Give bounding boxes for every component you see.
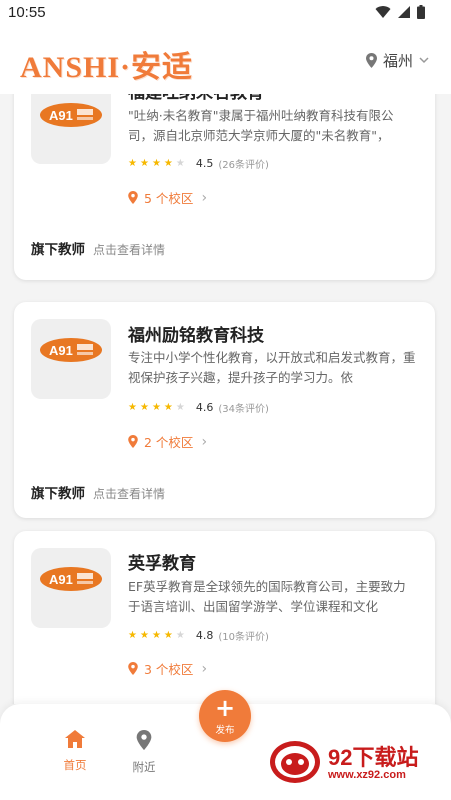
review-count: (10条评价) bbox=[218, 632, 269, 643]
city-name: 福州 bbox=[382, 52, 413, 70]
star-filled-icon: ★ bbox=[163, 158, 173, 169]
nav-nearby-label: 附近 bbox=[132, 760, 156, 774]
rating-value: 4.6 bbox=[195, 401, 214, 414]
institution-list[interactable]: A91 福建吐纳未名教育 "吐纳·未名教育"隶属于福州吐纳教育科技有限公司，源自… bbox=[0, 94, 451, 704]
teacher-row[interactable]: 旗下教师 点击查看详情 bbox=[31, 482, 165, 502]
rating-row: ★ ★ ★ ★ ★ 4.8 (10条评价) bbox=[128, 628, 269, 643]
star-filled-icon: ★ bbox=[163, 402, 173, 413]
star-filled-icon: ★ bbox=[128, 158, 137, 169]
location-pin-icon bbox=[128, 435, 138, 448]
review-count: (26条评价) bbox=[218, 160, 269, 171]
status-icons bbox=[375, 5, 425, 19]
svg-text:A91: A91 bbox=[49, 572, 73, 587]
star-filled-icon: ★ bbox=[139, 158, 149, 169]
a91-logo-icon: A91 bbox=[40, 103, 102, 127]
location-pin-icon bbox=[136, 730, 152, 750]
publish-button[interactable]: + 发布 bbox=[199, 690, 251, 742]
campus-link[interactable]: 5 个校区 › bbox=[128, 188, 207, 207]
watermark-title: 92下载站 bbox=[328, 745, 419, 770]
institution-card[interactable]: A91 福建吐纳未名教育 "吐纳·未名教育"隶属于福州吐纳教育科技有限公司，源自… bbox=[14, 94, 435, 280]
institution-card[interactable]: A91 英孚教育 EF英孚教育是全球领先的国际教育公司，主要致力于语言培训、出国… bbox=[14, 531, 435, 704]
teacher-row[interactable]: 旗下教师 点击查看详情 bbox=[31, 238, 165, 258]
teacher-label: 旗下教师 bbox=[31, 242, 85, 258]
location-pin-icon bbox=[128, 662, 138, 675]
app-header: ANSHI·安适 福州 bbox=[0, 26, 451, 94]
teacher-detail-link[interactable]: 点击查看详情 bbox=[93, 485, 165, 502]
institution-description: "吐纳·未名教育"隶属于福州吐纳教育科技有限公司，源自北京师范大学京师大厦的"未… bbox=[128, 108, 394, 143]
teacher-detail-link[interactable]: 点击查看详情 bbox=[93, 241, 165, 258]
wifi-icon bbox=[375, 6, 391, 19]
chevron-right-icon: › bbox=[201, 433, 208, 450]
star-empty-icon: ★ bbox=[175, 158, 185, 169]
star-filled-icon: ★ bbox=[139, 402, 149, 413]
battery-icon bbox=[417, 5, 425, 19]
star-filled-icon: ★ bbox=[151, 630, 161, 641]
app-logo: ANSHI·安适 bbox=[20, 51, 194, 84]
rating-stars: ★ ★ ★ ★ ★ bbox=[128, 158, 185, 169]
nav-nearby[interactable]: 附近 bbox=[119, 730, 169, 775]
star-empty-icon: ★ bbox=[175, 630, 185, 641]
status-time: 10:55 bbox=[8, 4, 46, 21]
city-selector[interactable]: 福州 bbox=[365, 50, 429, 71]
chevron-right-icon: › bbox=[201, 189, 208, 206]
rating-value: 4.8 bbox=[195, 629, 214, 642]
svg-text:A91: A91 bbox=[49, 343, 73, 358]
institution-card[interactable]: A91 福州励铭教育科技 专注中小学个性化教育，以开放式和启发式教育，重视保护孩… bbox=[14, 302, 435, 518]
institution-description: EF英孚教育是全球领先的国际教育公司，主要致力于语言培训、出国留学游学、学位课程… bbox=[128, 579, 406, 614]
star-filled-icon: ★ bbox=[128, 630, 137, 641]
chevron-right-icon: › bbox=[201, 660, 208, 677]
publish-label: 发布 bbox=[215, 725, 235, 736]
star-filled-icon: ★ bbox=[139, 630, 149, 641]
nav-home[interactable]: 首页 bbox=[50, 730, 100, 773]
svg-text:A91: A91 bbox=[49, 108, 73, 123]
star-filled-icon: ★ bbox=[128, 402, 137, 413]
campus-link[interactable]: 2 个校区 › bbox=[128, 432, 207, 451]
campus-count: 2 个校区 bbox=[144, 435, 194, 450]
star-empty-icon: ★ bbox=[175, 402, 185, 413]
rating-row: ★ ★ ★ ★ ★ 4.5 (26条评价) bbox=[128, 156, 269, 171]
home-icon bbox=[65, 730, 85, 748]
institution-name: 英孚教育 bbox=[128, 554, 196, 574]
status-bar: 10:55 bbox=[0, 0, 451, 26]
location-pin-icon bbox=[365, 53, 377, 68]
campus-count: 3 个校区 bbox=[144, 662, 194, 677]
a91-logo-icon: A91 bbox=[40, 338, 102, 362]
institution-name: 福州励铭教育科技 bbox=[128, 326, 264, 346]
institution-logo: A91 bbox=[31, 319, 111, 399]
watermark-url: www.xz92.com bbox=[328, 769, 406, 781]
rating-row: ★ ★ ★ ★ ★ 4.6 (34条评价) bbox=[128, 400, 269, 415]
rating-stars: ★ ★ ★ ★ ★ bbox=[128, 630, 185, 641]
watermark: 92下载站 www.xz92.com bbox=[268, 738, 444, 788]
institution-logo: A91 bbox=[31, 548, 111, 628]
star-filled-icon: ★ bbox=[151, 402, 161, 413]
chevron-down-icon bbox=[419, 57, 429, 64]
campus-count: 5 个校区 bbox=[144, 191, 194, 206]
review-count: (34条评价) bbox=[218, 404, 269, 415]
institution-name: 福建吐纳未名教育 bbox=[128, 94, 264, 103]
rating-stars: ★ ★ ★ ★ ★ bbox=[128, 402, 185, 413]
location-pin-icon bbox=[128, 191, 138, 204]
institution-description: 专注中小学个性化教育，以开放式和启发式教育，重视保护孩子兴趣，提升孩子的学习力。… bbox=[128, 350, 416, 385]
watermark-logo-icon bbox=[270, 741, 320, 783]
signal-icon bbox=[398, 6, 410, 18]
a91-logo-icon: A91 bbox=[40, 567, 102, 591]
plus-icon: + bbox=[214, 694, 236, 722]
institution-logo: A91 bbox=[31, 94, 111, 164]
teacher-label: 旗下教师 bbox=[31, 486, 85, 502]
campus-link[interactable]: 3 个校区 › bbox=[128, 659, 207, 678]
star-filled-icon: ★ bbox=[163, 630, 173, 641]
rating-value: 4.5 bbox=[195, 157, 214, 170]
star-filled-icon: ★ bbox=[151, 158, 161, 169]
nav-home-label: 首页 bbox=[63, 758, 87, 772]
